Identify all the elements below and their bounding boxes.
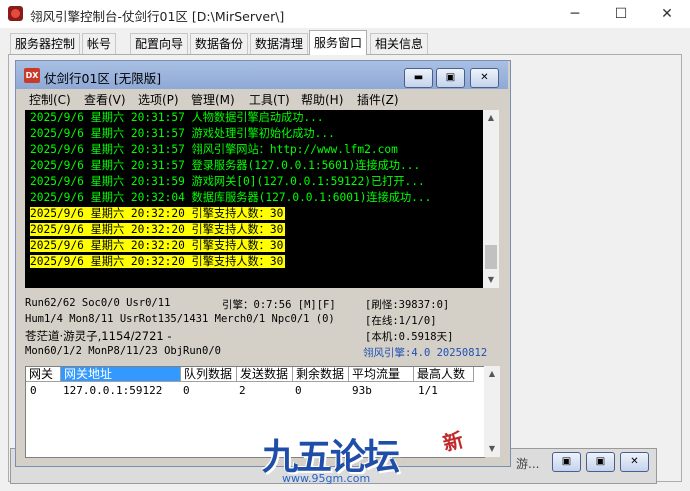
menu-control[interactable]: 控制(C): [29, 91, 71, 108]
log-line: 2025/9/6 星期六 20:31:59 游戏网关[0](127.0.0.1:…: [25, 174, 483, 190]
status-uptime: [本机:0.5918天]: [365, 331, 454, 343]
scroll-down-icon[interactable]: ▼: [483, 272, 499, 288]
log-line-text: 2025/9/6 星期六 20:32:20 引擎支持人数：30: [30, 255, 286, 268]
grid-scrollbar[interactable]: ▲ ▼: [484, 366, 500, 457]
log-output[interactable]: 2025/9/6 星期六 20:31:57 人物数据引擎启动成功... 2025/…: [25, 110, 483, 288]
inner-maximize-button[interactable]: ▣: [436, 68, 465, 88]
grid-header-sent[interactable]: 发送数据: [237, 367, 293, 382]
grid-header-queue[interactable]: 队列数据: [181, 367, 237, 382]
status-mon: Mon60/1/2 MonP8/11/23 ObjRun0/0: [25, 345, 221, 357]
log-line-text: 2025/9/6 星期六 20:31:57 翎风引擎网站：http://www.…: [30, 143, 398, 156]
grid-cell[interactable]: 0: [30, 384, 37, 397]
grid-cell[interactable]: 0: [183, 384, 190, 397]
log-line-text: 2025/9/6 星期六 20:31:57 登录服务器(127.0.0.1:56…: [30, 159, 421, 172]
maximize-button[interactable]: ☐: [598, 0, 644, 28]
status-hum: Hum1/4 Mon8/11 UsrRot135/1431 Merch0/1 N…: [25, 313, 335, 325]
tab-config-wizard[interactable]: 配置向导: [130, 33, 189, 54]
tab-data-backup[interactable]: 数据备份: [190, 33, 249, 54]
log-line-text: 2025/9/6 星期六 20:32:04 数据库服务器(127.0.0.1:6…: [30, 191, 432, 204]
grid-scroll-up-icon[interactable]: ▲: [484, 366, 500, 382]
grid-header-avg-traffic[interactable]: 平均流量: [349, 367, 414, 382]
grid-header-remaining[interactable]: 剩余数据: [293, 367, 349, 382]
log-line-text: 2025/9/6 星期六 20:32:20 引擎支持人数：30: [30, 223, 286, 236]
app-logo-icon: [8, 6, 23, 21]
grid-cell[interactable]: 0: [295, 384, 302, 397]
log-line-text: 2025/9/6 星期六 20:31:59 游戏网关[0](127.0.0.1:…: [30, 175, 425, 188]
close-button[interactable]: ✕: [644, 0, 690, 28]
status-spawn: [刷怪:39837:0]: [365, 299, 450, 311]
grid-cell[interactable]: 1/1: [418, 384, 438, 397]
scroll-up-icon[interactable]: ▲: [483, 110, 499, 126]
log-line: 2025/9/6 星期六 20:32:20 引擎支持人数：30: [25, 222, 483, 238]
menu-plugins[interactable]: 插件(Z): [357, 91, 399, 108]
inner-minimize-button[interactable]: ▬: [404, 68, 433, 88]
grid-cell[interactable]: 127.0.0.1:59122: [63, 384, 162, 397]
menu-manage[interactable]: 管理(M): [191, 91, 235, 108]
tab-related-info[interactable]: 相关信息: [370, 33, 429, 54]
tab-data-cleanup[interactable]: 数据清理: [250, 33, 309, 54]
status-location: 苍茫道·游灵子,1154/2721 -: [25, 329, 172, 343]
log-scroll-thumb[interactable]: [485, 245, 497, 269]
menu-options[interactable]: 选项(P): [138, 91, 179, 108]
bg-maximize-button[interactable]: ▣: [586, 452, 615, 472]
log-line-text: 2025/9/6 星期六 20:31:57 人物数据引擎启动成功...: [30, 111, 324, 124]
menu-help[interactable]: 帮助(H): [301, 91, 343, 108]
grid-header-address[interactable]: 网关地址: [61, 367, 181, 382]
grid-header-max-users[interactable]: 最高人数: [414, 367, 474, 382]
grid-scroll-down-icon[interactable]: ▼: [484, 441, 500, 457]
tab-account[interactable]: 帐号: [82, 33, 117, 54]
grid-cell[interactable]: 2: [239, 384, 246, 397]
inner-window-title: 仗剑行01区 [无限版]: [44, 71, 162, 86]
grid-cell[interactable]: 93b: [352, 384, 372, 397]
menu-tools[interactable]: 工具(T): [249, 91, 290, 108]
log-line: 2025/9/6 星期六 20:32:04 数据库服务器(127.0.0.1:6…: [25, 190, 483, 206]
log-line-text: 2025/9/6 星期六 20:32:20 引擎支持人数：30: [30, 207, 286, 220]
tab-service-window[interactable]: 服务窗口: [309, 30, 368, 55]
log-line: 2025/9/6 星期六 20:31:57 翎风引擎网站：http://www.…: [25, 142, 483, 158]
log-line: 2025/9/6 星期六 20:31:57 人物数据引擎启动成功...: [25, 110, 483, 126]
menu-view[interactable]: 查看(V): [84, 91, 126, 108]
engine-version: 翎风引擎:4.0 20250812: [363, 347, 488, 359]
log-line-text: 2025/9/6 星期六 20:31:57 游戏处理引擎初始化成功...: [30, 127, 335, 140]
log-line: 2025/9/6 星期六 20:31:57 游戏处理引擎初始化成功...: [25, 126, 483, 142]
watermark-url: www.95gm.com: [282, 472, 371, 485]
status-run: Run62/62 Soc0/0 Usr0/11: [25, 297, 171, 309]
log-line: 2025/9/6 星期六 20:32:20 引擎支持人数：30: [25, 206, 483, 222]
dx-app-icon: DX: [24, 68, 40, 83]
minimize-button[interactable]: ─: [552, 0, 598, 28]
window-title: 翎风引擎控制台-仗剑行01区 [D:\MirServer\]: [30, 9, 285, 24]
inner-close-button[interactable]: ✕: [470, 68, 499, 88]
tab-server-control[interactable]: 服务器控制: [10, 33, 81, 54]
log-line: 2025/9/6 星期六 20:31:57 登录服务器(127.0.0.1:56…: [25, 158, 483, 174]
bg-close-button[interactable]: ✕: [620, 452, 649, 472]
background-window-label: 游...: [516, 457, 540, 471]
log-line: 2025/9/6 星期六 20:32:20 引擎支持人数：30: [25, 254, 483, 270]
log-line-text: 2025/9/6 星期六 20:32:20 引擎支持人数：30: [30, 239, 286, 252]
status-online: [在线:1/1/0]: [365, 315, 437, 327]
bg-restore-button[interactable]: ▣: [552, 452, 581, 472]
log-line: 2025/9/6 星期六 20:32:20 引擎支持人数：30: [25, 238, 483, 254]
grid-header-gateway[interactable]: 网关: [26, 367, 61, 382]
status-engine-time: 引擎：0:7:56 [M][F]: [222, 299, 336, 311]
